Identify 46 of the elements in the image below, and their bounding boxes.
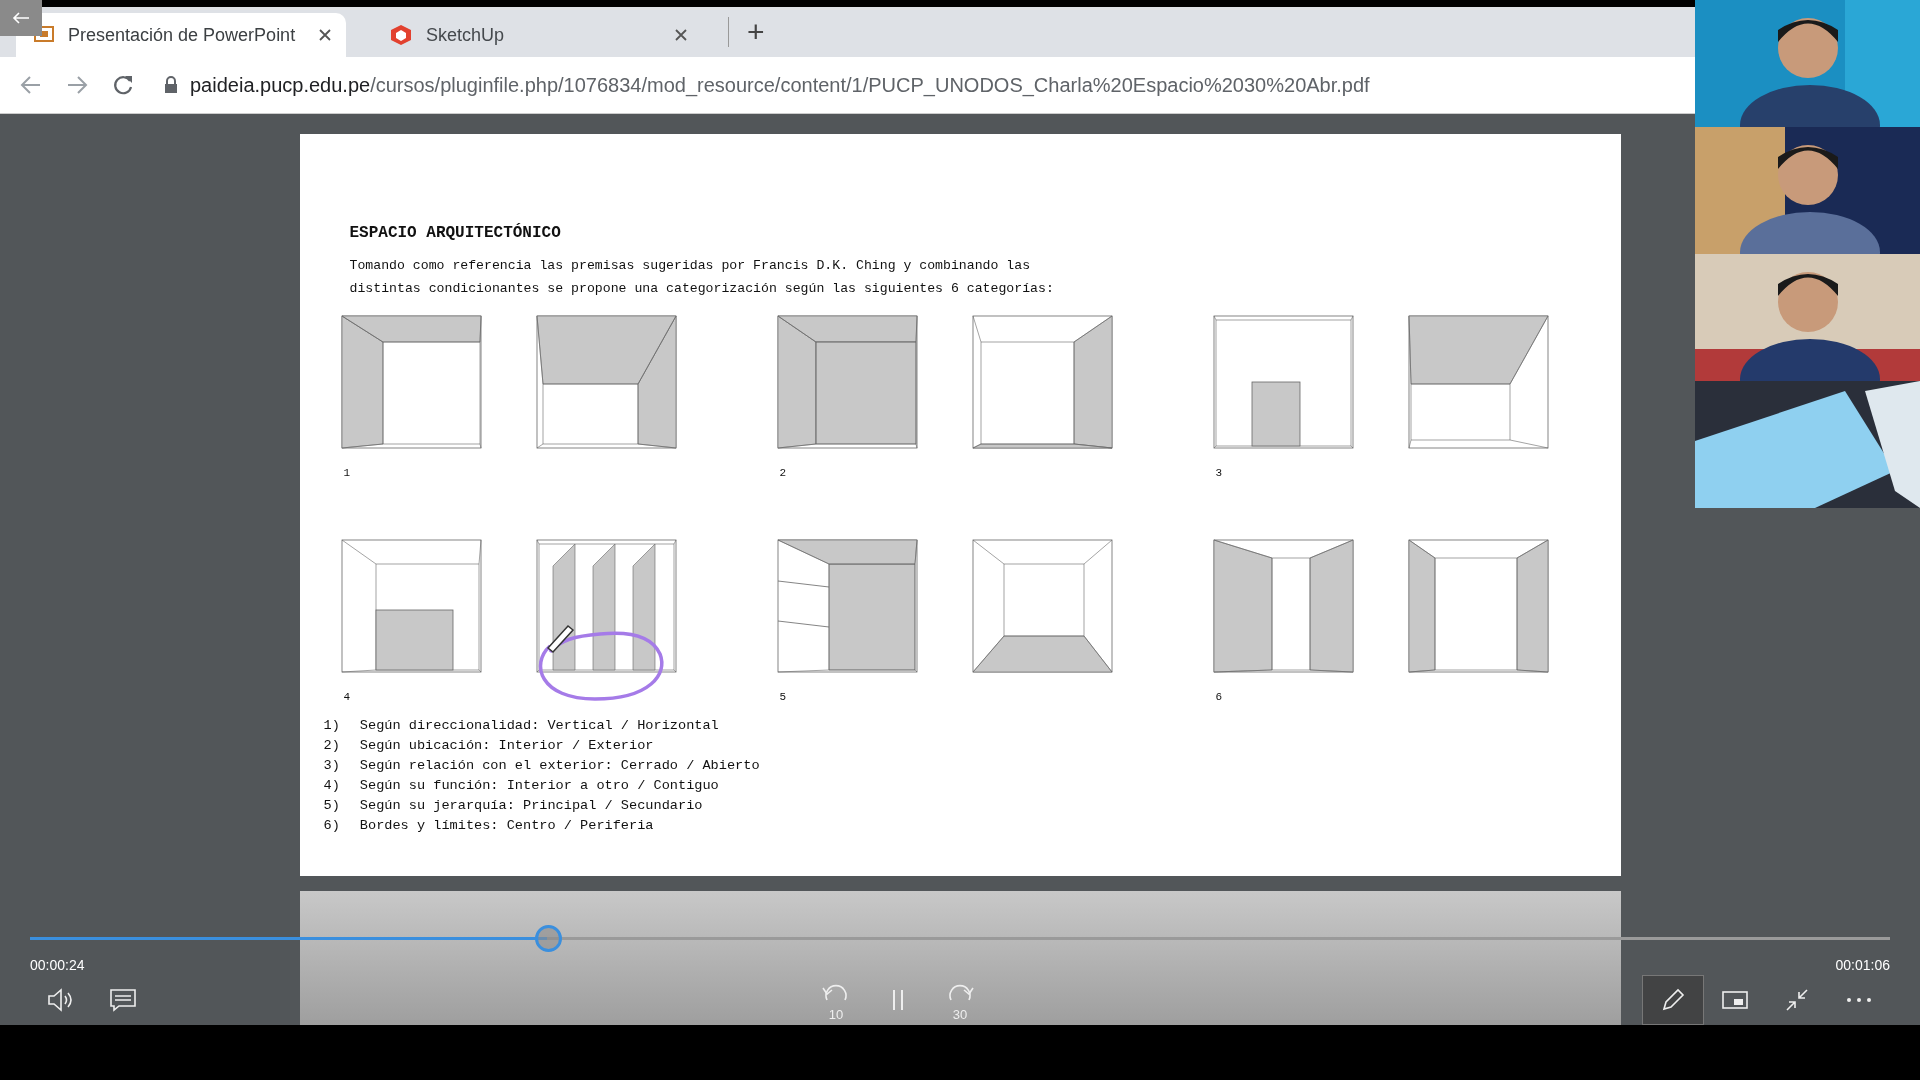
reload-icon[interactable] [112, 74, 134, 96]
page-heading: ESPACIO ARQUITECTÓNICO [349, 224, 562, 242]
tab-title: SketchUp [426, 24, 506, 46]
speaker-icon [47, 988, 75, 1012]
back-button[interactable] [0, 0, 42, 36]
list-number: 5) [323, 798, 340, 813]
intro-paragraph: Tomando como referencia las premisas sugeridas por Francis D.K. Ching y combinando las distintas condicionantes se propone una categorización según las siguientes 6 categorías: [349, 257, 1055, 298]
criterion-text: Según su jerarquía: Principal / Secundario [359, 798, 703, 813]
browser-tab[interactable]: Presentación de PowerPoint [16, 13, 346, 57]
collapse-arrows-icon [1784, 987, 1810, 1013]
progress-thumb[interactable] [535, 925, 563, 952]
figure-label: 5 [779, 690, 787, 704]
criterion-text: Según relación con el exterior: Cerrado / Abierto [359, 758, 760, 773]
figure-label: 2 [779, 466, 787, 480]
mini-view-icon [1721, 989, 1749, 1011]
back-arrow-icon [11, 11, 31, 25]
criterion-text: Según su función: Interior a otro / Contiguo [359, 778, 719, 793]
figure-label: 4 [343, 690, 351, 704]
captions-icon [109, 988, 137, 1012]
pen-icon [1660, 987, 1686, 1013]
total-duration: 00:01:06 [1835, 957, 1890, 973]
pause-icon [891, 989, 905, 1011]
list-number: 2) [323, 738, 340, 753]
close-icon[interactable] [674, 28, 688, 42]
figure-label: 3 [1215, 466, 1223, 480]
pen-button[interactable] [1642, 975, 1704, 1025]
list-number: 4) [323, 778, 340, 793]
browser-tab[interactable]: SketchUp [372, 13, 702, 57]
back-arrow-icon[interactable] [20, 75, 42, 95]
figure-label: 1 [343, 466, 351, 480]
criterion-text: Según direccionalidad: Vertical / Horizontal [359, 718, 719, 733]
new-tab-button[interactable]: + [747, 15, 765, 49]
tab-title: Presentación de PowerPoint [68, 24, 297, 46]
cube-logo-icon [390, 24, 412, 46]
list-number: 3) [323, 758, 340, 773]
lock-icon [164, 76, 178, 94]
list-number: 1) [323, 718, 340, 733]
elapsed-time: 00:00:24 [30, 957, 85, 973]
progress-track[interactable] [30, 925, 1890, 949]
criterion-text: Bordes y límites: Centro / Periferia [359, 818, 654, 833]
list-number: 6) [323, 818, 340, 833]
more-icon [1846, 997, 1872, 1003]
criterion-text: Según ubicación: Interior / Exterior [359, 738, 654, 753]
figure-label: 6 [1215, 690, 1223, 704]
forward-arrow-icon[interactable] [66, 75, 88, 95]
close-icon[interactable] [318, 28, 332, 42]
